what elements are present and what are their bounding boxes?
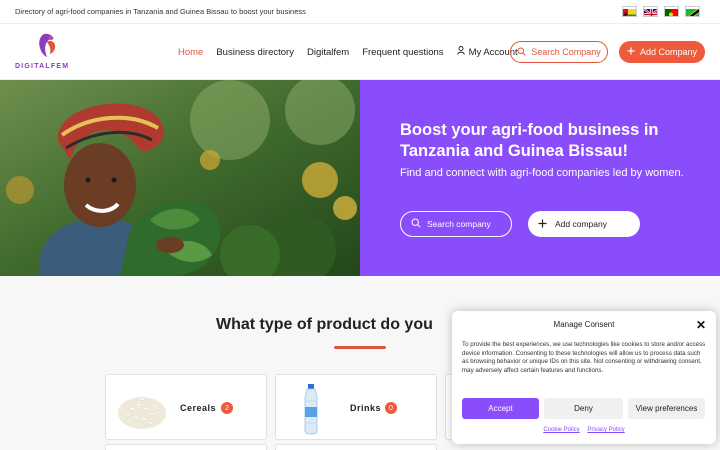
hero-title: Boost your agri-food business in Tanzani… (400, 121, 659, 160)
search-icon (517, 47, 526, 58)
uk-flag-icon[interactable] (643, 6, 658, 17)
privacy-policy-link[interactable]: Privacy Policy (587, 427, 624, 433)
language-flags (622, 6, 700, 17)
view-preferences-button[interactable]: View preferences (628, 398, 705, 419)
hero-image (0, 80, 360, 276)
deny-button[interactable]: Deny (544, 398, 623, 419)
section-title: What type of product do you (216, 316, 433, 333)
tanzania-flag-icon[interactable] (685, 6, 700, 17)
user-icon (456, 46, 465, 58)
search-icon (411, 218, 421, 230)
portugal-flag-icon[interactable] (664, 6, 679, 17)
category-card-row2[interactable] (105, 444, 267, 450)
site-header: DIGITALFEM Home Business directory Digit… (0, 24, 720, 80)
accept-button[interactable]: Accept (462, 398, 539, 419)
hero-add-company-label: Add company (555, 219, 607, 229)
top-info-bar: Directory of agri-food companies in Tanz… (0, 0, 720, 24)
hero-subtitle: Find and connect with agri-food companie… (400, 167, 684, 179)
category-card-drinks[interactable]: Drinks 0 (275, 374, 437, 440)
search-company-button[interactable]: Search Company (510, 41, 608, 63)
nav-business-directory[interactable]: Business directory (216, 46, 294, 58)
logo-text: DIGITALFEM (15, 63, 70, 70)
water-bottle-icon (298, 383, 324, 440)
consent-links: Cookie Policy Privacy Policy (452, 427, 716, 433)
category-count-badge: 0 (385, 402, 397, 414)
hero-search-company-button[interactable]: Search company (400, 211, 512, 237)
cookie-policy-link[interactable]: Cookie Policy (543, 427, 579, 433)
plus-icon (538, 219, 547, 230)
nav-my-account[interactable]: My Account (456, 46, 518, 58)
main-nav: Home Business directory Digitalfem Frequ… (178, 46, 531, 58)
add-company-button[interactable]: Add Company (619, 41, 705, 63)
hero-add-company-button[interactable]: Add company (528, 211, 640, 237)
tagline: Directory of agri-food companies in Tanz… (15, 7, 306, 16)
digitalfem-logo[interactable]: DIGITALFEM (14, 30, 84, 74)
nav-digitalfem[interactable]: Digitalfem (307, 46, 349, 58)
section-underline (334, 346, 386, 349)
category-label: Cereals (180, 403, 217, 413)
nav-home[interactable]: Home (178, 46, 203, 58)
consent-text: To provide the best experiences, we use … (462, 341, 706, 374)
category-count-badge: 2 (221, 402, 233, 414)
cookie-consent-dialog: Manage Consent ✕ To provide the best exp… (452, 311, 716, 444)
category-card-row2[interactable] (275, 444, 437, 450)
search-company-label: Search Company (531, 47, 601, 57)
category-label: Drinks (350, 403, 382, 413)
nav-frequent-questions[interactable]: Frequent questions (362, 46, 443, 58)
plus-icon (627, 47, 635, 57)
add-company-label: Add Company (639, 47, 698, 57)
rice-grains-icon (114, 381, 170, 440)
hero-search-company-label: Search company (427, 219, 491, 229)
consent-title: Manage Consent (553, 320, 615, 329)
close-icon[interactable]: ✕ (696, 318, 706, 332)
guinea-bissau-flag-icon[interactable] (622, 6, 637, 17)
hero-panel: Boost your agri-food business in Tanzani… (360, 80, 720, 276)
category-card-cereals[interactable]: Cereals 2 (105, 374, 267, 440)
